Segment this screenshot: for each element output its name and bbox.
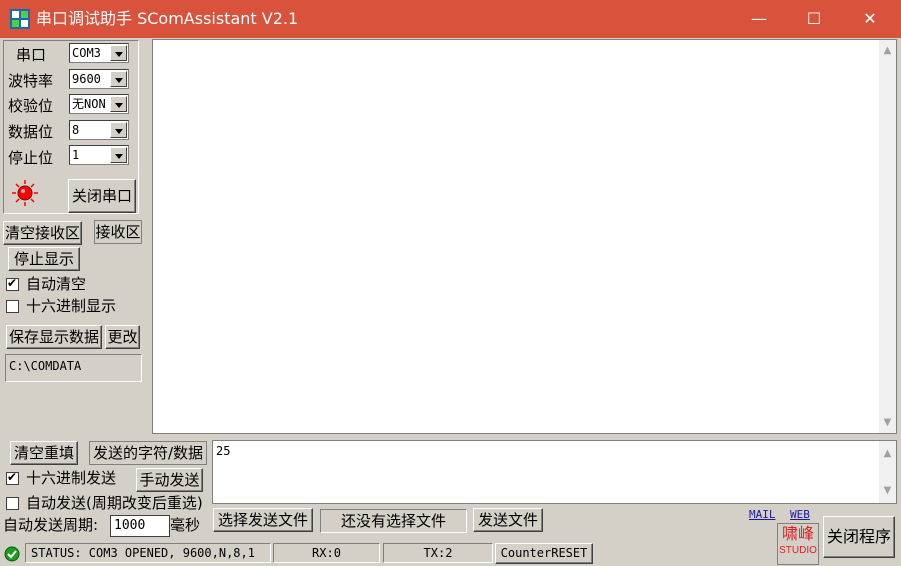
chevron-down-icon[interactable] [110, 71, 127, 87]
minimize-button[interactable]: — [736, 0, 782, 38]
close-window-button[interactable]: ✕ [847, 0, 893, 38]
period-label: 自动发送周期: [3, 516, 99, 534]
parity-select-value: 无NON [72, 97, 106, 111]
parity-label: 校验位 [8, 97, 54, 115]
send-file-button[interactable]: 发送文件 [473, 508, 543, 532]
tx-counter: TX:2 [383, 543, 493, 563]
studio-logo: 啸峰 STUDIO [777, 523, 819, 565]
scroll-down-icon[interactable]: ▼ [879, 482, 896, 499]
databits-select[interactable]: 8 [69, 120, 129, 140]
stopbits-select-value: 1 [72, 148, 80, 162]
studio-logo-name: 啸峰 [781, 524, 814, 543]
port-open-indicator-icon [11, 179, 39, 207]
scroll-up-icon[interactable]: ▲ [879, 445, 896, 462]
chevron-down-icon[interactable] [110, 45, 127, 61]
file-status-field: 还没有选择文件 [320, 509, 467, 533]
web-link[interactable]: WEB [790, 508, 810, 521]
chevron-down-icon[interactable] [110, 96, 127, 112]
studio-logo-sub: STUDIO [779, 545, 817, 556]
change-path-button[interactable]: 更改 [105, 325, 140, 349]
send-content: 25 [216, 444, 231, 458]
clear-receive-button[interactable]: 清空接收区 [3, 221, 82, 245]
manual-send-button[interactable]: 手动发送 [136, 468, 203, 492]
hex-send-checkbox[interactable] [6, 470, 19, 485]
client-area: 串口 COM3 波特率 9600 校验位 无NON 数据位 8 停止位 1 关闭… [1, 38, 900, 565]
hex-send-label: 十六进制发送 [26, 469, 117, 487]
connection-status-icon [4, 546, 20, 562]
receive-area-button[interactable]: 接收区 [94, 220, 142, 244]
clear-send-button[interactable]: 清空重填 [10, 441, 78, 465]
port-select-value: COM3 [72, 46, 101, 60]
select-file-button[interactable]: 选择发送文件 [213, 508, 313, 532]
stopbits-label: 停止位 [8, 149, 54, 167]
scroll-up-icon[interactable]: ▲ [879, 42, 896, 59]
auto-clear-label: 自动清空 [26, 275, 87, 293]
save-display-button[interactable]: 保存显示数据 [6, 325, 102, 349]
close-program-button[interactable]: 关闭程序 [823, 516, 895, 558]
period-input[interactable]: 1000 [110, 515, 170, 537]
window-title: 串口调试助手 SComAssistant V2.1 [36, 9, 299, 28]
rx-counter: RX:0 [273, 543, 380, 563]
send-chars-button[interactable]: 发送的字符/数据 [89, 441, 207, 465]
status-text: STATUS: COM3 OPENED, 9600,N,8,1 [25, 543, 271, 563]
auto-send-checkbox[interactable] [6, 497, 19, 510]
scroll-down-icon[interactable]: ▼ [879, 414, 896, 431]
send-scrollbar[interactable]: ▲ ▼ [879, 441, 896, 503]
databits-label: 数据位 [8, 123, 54, 141]
title-bar[interactable]: 串口调试助手 SComAssistant V2.1 — ☐ ✕ [0, 0, 901, 38]
mail-link[interactable]: MAIL [749, 508, 776, 521]
receive-textarea[interactable]: ▲ ▼ [152, 39, 897, 434]
hex-display-label: 十六进制显示 [26, 297, 117, 315]
app-icon [10, 9, 30, 29]
auto-clear-checkbox[interactable] [6, 276, 19, 291]
chevron-down-icon[interactable] [110, 147, 127, 163]
baud-select-value: 9600 [72, 72, 101, 86]
receive-scrollbar[interactable]: ▲ ▼ [879, 40, 896, 433]
port-settings-group: 串口 COM3 波特率 9600 校验位 无NON 数据位 8 停止位 1 关闭… [3, 40, 139, 214]
period-unit-label: 毫秒 [170, 516, 201, 534]
send-textarea[interactable]: 25 ▲ ▼ [212, 440, 897, 504]
port-label: 串口 [16, 46, 47, 64]
chevron-down-icon[interactable] [110, 122, 127, 138]
databits-select-value: 8 [72, 123, 80, 137]
maximize-button[interactable]: ☐ [791, 0, 837, 38]
parity-select[interactable]: 无NON [69, 94, 129, 114]
baud-select[interactable]: 9600 [69, 69, 129, 89]
save-path-field: C:\COMDATA [5, 354, 142, 382]
baud-label: 波特率 [8, 72, 54, 90]
hex-display-checkbox[interactable] [6, 300, 19, 313]
close-port-button[interactable]: 关闭串口 [68, 179, 136, 213]
auto-send-label: 自动发送(周期改变后重选) [26, 494, 203, 512]
status-bar: STATUS: COM3 OPENED, 9600,N,8,1 RX:0 TX:… [1, 543, 776, 564]
counter-reset-button[interactable]: CounterRESET [495, 543, 593, 564]
port-select[interactable]: COM3 [69, 43, 129, 63]
stop-display-button[interactable]: 停止显示 [8, 247, 80, 271]
stopbits-select[interactable]: 1 [69, 145, 129, 165]
